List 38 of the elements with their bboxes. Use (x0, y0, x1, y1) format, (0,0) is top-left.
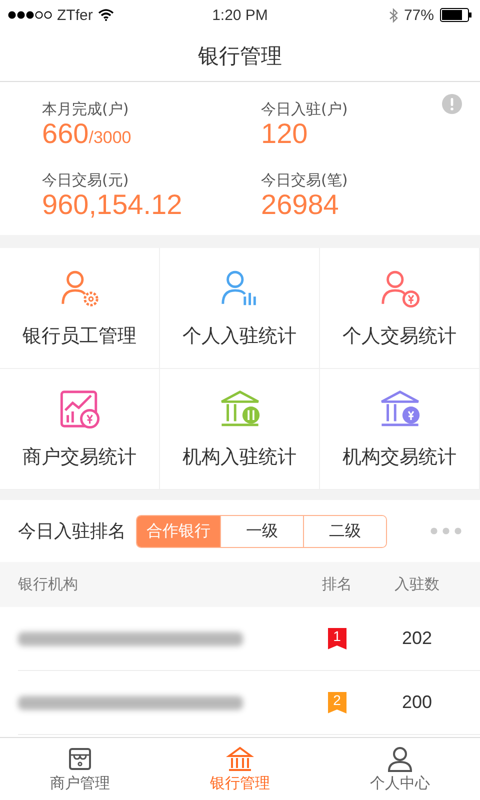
bank-icon (226, 745, 254, 773)
person-icon (386, 745, 414, 773)
stat-label: 今日交易(元) (42, 170, 129, 190)
table-cell-text: 202 (400, 628, 434, 649)
stat-value: 960,154.12 (42, 190, 182, 220)
menu-tile[interactable]: 个人入驻统计 (160, 248, 320, 369)
tab-bar-item[interactable]: 商户管理 (0, 738, 160, 800)
column-header: 入驻数 (394, 575, 440, 594)
stat-label: 今日交易(笔) (261, 170, 348, 190)
tab-bar-item[interactable]: 个人中心 (320, 738, 480, 800)
more-icon[interactable] (430, 527, 462, 535)
stat-value: 26984 (261, 190, 339, 220)
clock: 1:20 PM (212, 6, 268, 24)
column-header: 银行机构 (18, 575, 79, 594)
bluetooth-icon (388, 8, 398, 22)
menu-tile[interactable]: 机构入驻统计 (160, 369, 320, 490)
menu-tile[interactable]: 商户交易统计 (0, 369, 160, 490)
menu-tile[interactable]: 机构交易统计 (320, 369, 480, 490)
stat-label: 本月完成(户) (42, 100, 129, 119)
stat-value: 120 (261, 119, 308, 150)
menu-tile[interactable]: 银行员工管理 (0, 248, 160, 369)
rank-badge: 1 (328, 628, 346, 650)
column-header: 排名 (321, 575, 353, 594)
section-title: 今日入驻排名 (18, 520, 126, 543)
segment-tab[interactable]: 二级 (303, 516, 386, 546)
battery-percent: 77% (404, 6, 434, 24)
stat-label: 今日入驻(户) (261, 100, 348, 119)
info-icon[interactable] (442, 94, 462, 114)
battery-icon (440, 8, 472, 22)
page-title: 银行管理 (198, 42, 282, 70)
table-cell-text: 200 (400, 692, 434, 713)
rank-badge: 2 (328, 692, 346, 714)
store-icon (66, 745, 94, 773)
wifi-icon (98, 9, 114, 21)
signal-icon (8, 11, 52, 19)
stat-value: 660/3000 (42, 119, 132, 150)
carrier: ZTfer (57, 6, 93, 24)
menu-tile[interactable]: 个人交易统计 (320, 248, 480, 369)
